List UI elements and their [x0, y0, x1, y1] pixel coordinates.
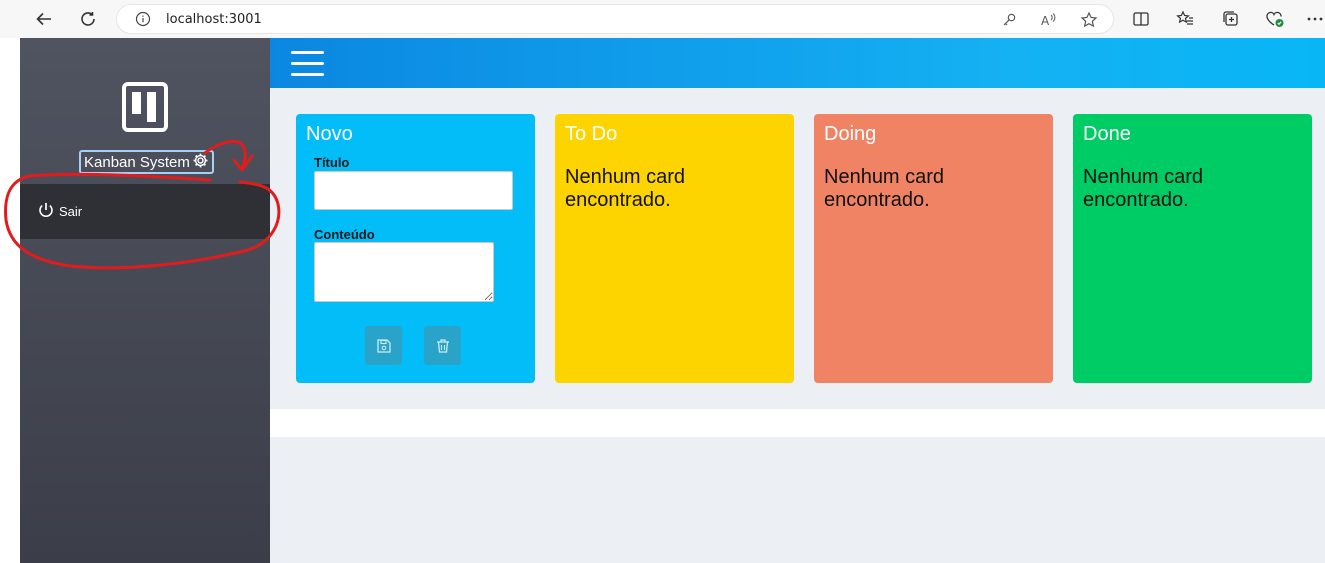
column-novo: Novo Título Conteúdo [296, 114, 535, 383]
column-done: Done Nenhum card encontrado. [1073, 114, 1312, 383]
back-icon[interactable] [32, 7, 56, 31]
main-content: Novo Título Conteúdo To Do Nenhum card e… [270, 88, 1325, 563]
empty-message: Nenhum card encontrado. [1083, 166, 1204, 211]
url-text[interactable]: localhost:3001 [166, 12, 262, 27]
title-input[interactable] [314, 171, 513, 210]
key-icon[interactable] [999, 10, 1019, 30]
read-aloud-icon[interactable]: A [1039, 10, 1059, 30]
trello-logo-icon [122, 82, 168, 132]
favorite-star-icon[interactable] [1079, 10, 1099, 30]
save-icon [376, 338, 391, 353]
empty-message: Nenhum card encontrado. [824, 166, 945, 211]
column-doing: Doing Nenhum card encontrado. [814, 114, 1053, 383]
info-icon[interactable] [135, 11, 151, 27]
browser-essentials-icon[interactable] [1264, 8, 1286, 30]
sidebar: Kanban System Sair [20, 38, 270, 563]
column-title: Novo [306, 123, 353, 145]
content-label: Conteúdo [314, 227, 375, 242]
title-label: Título [314, 155, 350, 170]
more-options-icon[interactable] [1304, 8, 1325, 30]
top-navbar [270, 38, 1325, 88]
content-textarea[interactable] [314, 242, 494, 302]
save-button[interactable] [365, 326, 402, 365]
browser-toolbar: localhost:3001 A [0, 0, 1325, 38]
board: Novo Título Conteúdo To Do Nenhum card e… [270, 88, 1325, 408]
power-icon [37, 201, 55, 222]
collections-icon[interactable] [1220, 8, 1242, 30]
column-title: Done [1083, 123, 1131, 145]
empty-message: Nenhum card encontrado. [565, 166, 686, 211]
brand-settings-button[interactable]: Kanban System [79, 150, 214, 174]
split-screen-icon[interactable] [1130, 8, 1152, 30]
address-bar[interactable]: localhost:3001 A [116, 4, 1114, 34]
footer-band [270, 409, 1325, 437]
delete-button[interactable] [424, 326, 461, 365]
hamburger-menu-icon[interactable] [291, 51, 324, 76]
trash-icon [436, 338, 449, 353]
gear-icon[interactable] [192, 152, 209, 173]
favorites-icon[interactable] [1174, 8, 1196, 30]
column-title: Doing [824, 123, 877, 145]
sidebar-item-label: Sair [59, 204, 83, 219]
column-to-do: To Do Nenhum card encontrado. [555, 114, 794, 383]
sidebar-item-sair[interactable]: Sair [20, 184, 270, 239]
brand-label: Kanban System [84, 153, 190, 171]
refresh-icon[interactable] [76, 7, 100, 31]
svg-text:A: A [1041, 14, 1050, 28]
column-title: To Do [565, 123, 618, 145]
